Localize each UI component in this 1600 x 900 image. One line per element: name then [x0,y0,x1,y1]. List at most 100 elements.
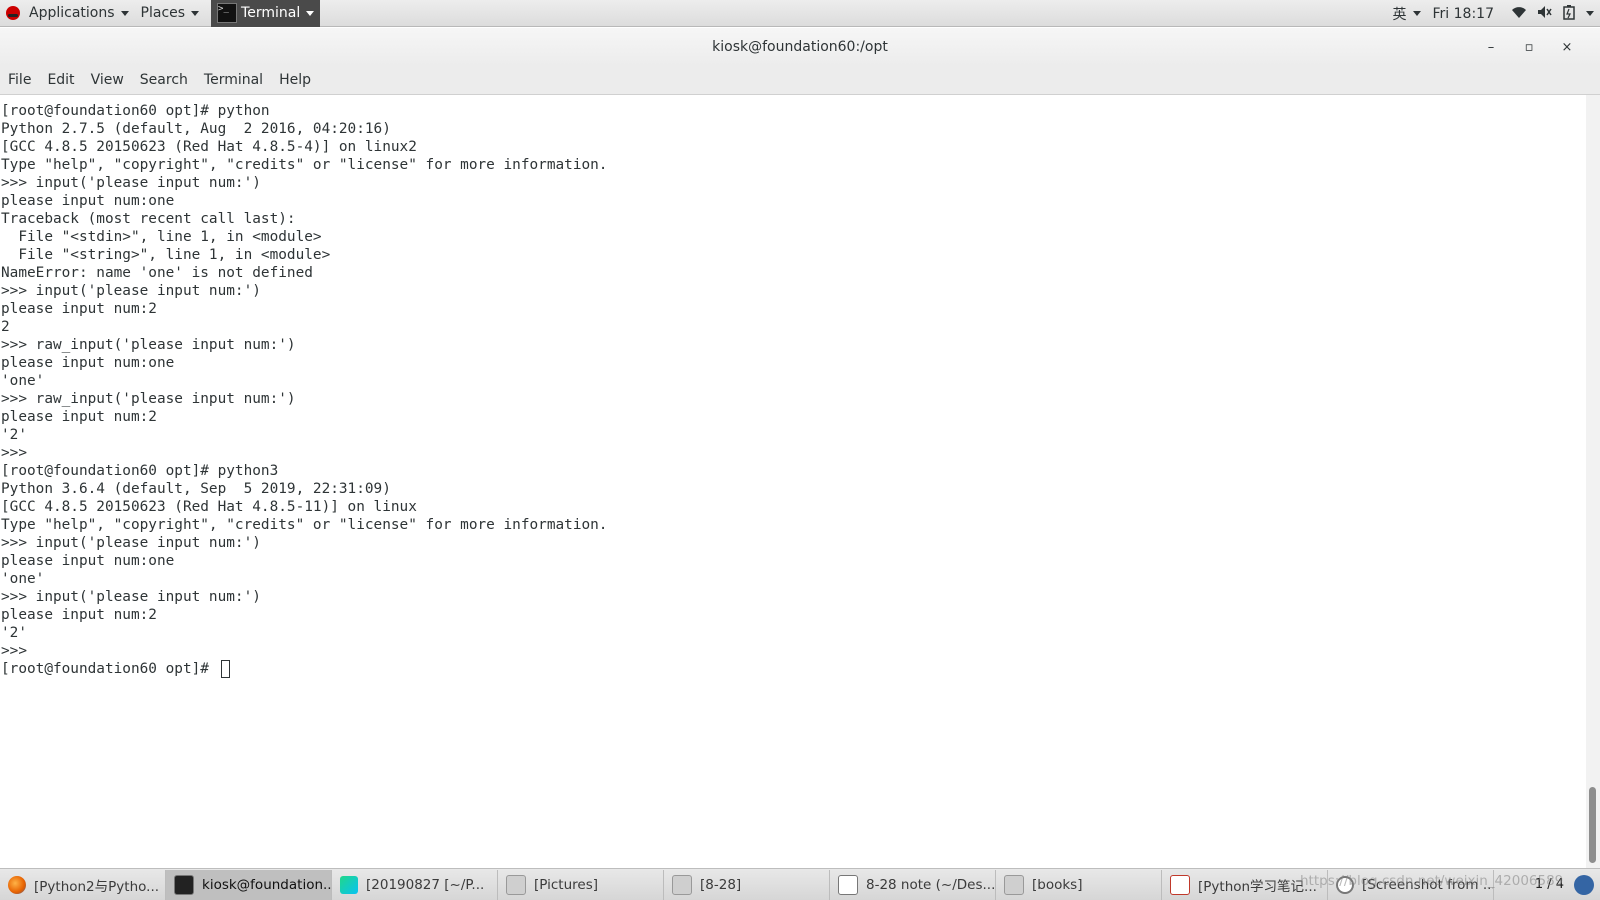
chevron-down-icon [1586,11,1594,16]
terminal-line: Python 2.7.5 (default, Aug 2 2016, 04:20… [1,121,391,137]
taskbar-item-label: [Screenshot from ... [1362,876,1494,893]
taskbar-item-label: [8-28] [700,876,742,893]
taskbar-item-label: [Pictures] [534,876,598,893]
taskbar-item-label: [Python学习笔记... [1198,878,1317,895]
terminal-line: [root@foundation60 opt]# python [1,103,270,119]
menu-help[interactable]: Help [271,72,319,88]
taskbar-item-label: 8-28 note (~/Des... [866,876,996,893]
terminal-line: Type "help", "copyright", "credits" or "… [1,517,608,533]
menu-search[interactable]: Search [132,72,196,88]
terminal-line: [GCC 4.8.5 20150623 (Red Hat 4.8.5-11)] … [1,499,417,515]
menu-file[interactable]: File [0,72,39,88]
chevron-down-icon [306,10,315,16]
taskbar-item[interactable]: [Pictures] [498,869,664,900]
terminal-line: 'one' [1,571,45,587]
taskbar-item[interactable]: [books] [996,869,1162,900]
terminal-line: [GCC 4.8.5 20150623 (Red Hat 4.8.5-4)] o… [1,139,417,155]
applications-label: Applications [29,5,115,21]
terminal-line: >>> input('please input num:') [1,175,261,191]
terminal-line: >>> [1,445,27,461]
redhat-logo-icon [6,6,20,20]
document-icon [1170,874,1190,895]
clock[interactable]: Fri 18:17 [1427,0,1500,27]
terminal-line: [root@foundation60 opt]# python3 [1,463,279,479]
taskbar-item-label: [Python2与Pytho... [34,878,160,895]
minimize-button[interactable]: – [1472,40,1510,55]
taskbar-item[interactable]: [Python2与Pytho... [0,869,166,900]
taskbar-item[interactable]: [20190827 [~/P... [332,869,498,900]
terminal-icon: >_ [217,3,238,23]
taskbar-item-label: [20190827 [~/P... [366,876,485,893]
chevron-down-icon [191,10,200,16]
window-titlebar[interactable]: kiosk@foundation60:/opt – ▫ × [0,28,1600,66]
terminal-line: 2 [1,319,10,335]
maximize-button[interactable]: ▫ [1510,40,1548,55]
terminal-prompt: [root@foundation60 opt]# [1,661,218,677]
folder-icon [506,874,526,895]
taskbar-item[interactable]: [Python学习笔记... [1162,869,1328,900]
terminal-line: File "<string>", line 1, in <module> [1,247,331,263]
taskbar-item[interactable]: [8-28] [664,869,830,900]
close-button[interactable]: × [1548,40,1586,55]
active-app-label: Terminal [241,5,301,21]
menu-edit[interactable]: Edit [39,72,82,88]
volume-icon [1532,5,1558,23]
input-method-label: 英 [1392,6,1407,23]
terminal-cursor [220,660,230,678]
terminal-line: >>> input('please input num:') [1,535,261,551]
terminal-line: please input num:one [1,193,175,209]
taskbar-item[interactable]: [Screenshot from ... [1328,869,1494,900]
terminal-line: >>> [1,643,27,659]
terminal-line: >>> input('please input num:') [1,283,261,299]
terminal-line: 'one' [1,373,45,389]
terminal-line: NameError: name 'one' is not defined [1,265,313,281]
taskbar-item-label: kiosk@foundation... [202,876,332,893]
folder-icon [672,874,692,895]
input-method-indicator[interactable]: 英 [1387,0,1427,27]
wifi-icon [1506,5,1532,23]
terminal-prompt-line[interactable]: [root@foundation60 opt]# [1,660,1586,678]
system-menu[interactable] [1500,0,1600,27]
window-title: kiosk@foundation60:/opt [712,39,888,55]
places-menu[interactable]: Places [135,0,206,27]
terminal-line: Traceback (most recent call last): [1,211,296,227]
taskbar-item[interactable]: 8-28 note (~/Des... [830,869,996,900]
applications-menu[interactable]: Applications [0,0,135,27]
terminal-output[interactable]: [root@foundation60 opt]# python Python 2.… [0,95,1586,868]
terminal-line: Type "help", "copyright", "credits" or "… [1,157,608,173]
taskbar: [Python2与Pytho... kiosk@foundation... [201… [0,868,1600,900]
places-label: Places [140,5,186,21]
terminal-line: please input num:2 [1,301,157,317]
firefox-icon [8,875,26,894]
terminal-line: '2' [1,625,27,641]
clock-label: Fri 18:17 [1432,5,1494,22]
terminal-line: >>> input('please input num:') [1,589,261,605]
terminal-line: >>> raw_input('please input num:') [1,337,296,353]
terminal-line: please input num:one [1,355,175,371]
terminal-line: Python 3.6.4 (default, Sep 5 2019, 22:31… [1,481,391,497]
terminal-line: please input num:2 [1,607,157,623]
active-app-menu[interactable]: >_ Terminal [211,0,321,27]
pycharm-icon [340,875,358,894]
terminal-line: please input num:one [1,553,175,569]
terminal-lines: [root@foundation60 opt]# python Python 2.… [0,95,1586,678]
chevron-down-icon [1412,11,1421,16]
note-icon [838,874,858,895]
terminal-line: '2' [1,427,27,443]
terminal-line: >>> raw_input('please input num:') [1,391,296,407]
chevron-down-icon [120,10,129,16]
terminal-scrollbar[interactable] [1586,95,1600,868]
scrollbar-thumb[interactable] [1589,787,1596,863]
taskbar-item-label: [books] [1032,876,1083,893]
top-panel: Applications Places >_ Terminal 英 Fri 18… [0,0,1600,27]
terminal-icon [174,874,194,895]
taskbar-item[interactable]: kiosk@foundation... [166,869,332,900]
workspace-pager[interactable]: 1 / 4 [1525,877,1574,892]
magnifier-icon [1336,875,1354,894]
menu-bar: File Edit View Search Terminal Help [0,66,1600,95]
menu-view[interactable]: View [83,72,132,88]
terminal-line: please input num:2 [1,409,157,425]
menu-terminal[interactable]: Terminal [196,72,271,88]
workspace-indicator-icon[interactable] [1574,874,1594,895]
battery-icon [1558,4,1580,24]
